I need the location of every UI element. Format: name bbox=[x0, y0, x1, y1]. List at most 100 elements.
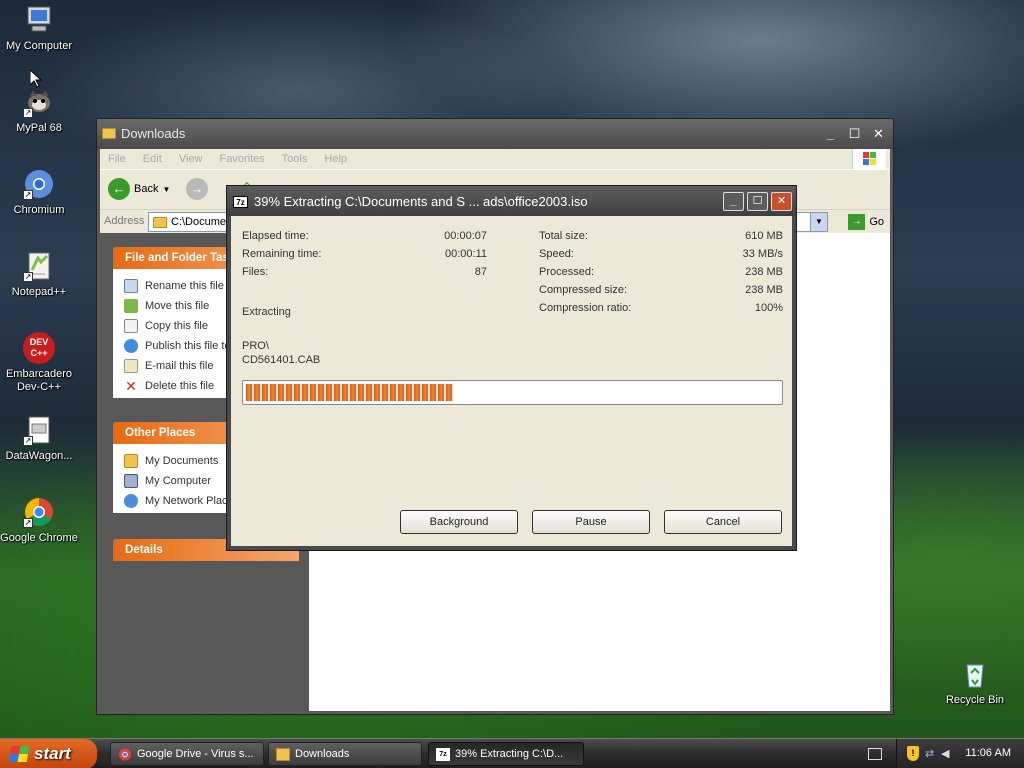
network-icon[interactable]: ⇄ bbox=[925, 747, 934, 760]
windows-logo-icon bbox=[8, 746, 30, 762]
explorer-titlebar[interactable]: Downloads _ ☐ ✕ bbox=[97, 119, 893, 149]
maximize-button[interactable]: ☐ bbox=[844, 124, 865, 144]
back-button[interactable]: ← Back ▼ bbox=[108, 178, 170, 200]
folder-icon bbox=[102, 128, 116, 139]
folder-icon bbox=[153, 217, 167, 228]
close-button[interactable]: ✕ bbox=[868, 124, 889, 144]
stat-speed: Speed: 33 MB/s bbox=[539, 248, 783, 262]
dialog-minimize-button[interactable]: _ bbox=[723, 192, 744, 211]
desktop-icon-datawagon[interactable]: ↗ DataWagon... bbox=[0, 414, 78, 463]
clock[interactable]: 11:06 AM bbox=[965, 747, 1011, 759]
task-label: Move this file bbox=[145, 299, 210, 312]
taskbar-item-label: 39% Extracting C:\D... bbox=[455, 748, 564, 760]
stat-files: Files: 87 bbox=[242, 266, 487, 280]
desktop-icon-mypal[interactable]: ↗ MyPal 68 bbox=[0, 86, 78, 135]
menu-favorites[interactable]: Favorites bbox=[220, 153, 265, 165]
desktop-icon-chromium[interactable]: ↗ Chromium bbox=[0, 168, 78, 217]
extract-progress-dialog[interactable]: 7z 39% Extracting C:\Documents and S ...… bbox=[226, 185, 797, 551]
dialog-client: Elapsed time: 00:00:07 Remaining time: 0… bbox=[231, 216, 792, 546]
dialog-close-button[interactable]: ✕ bbox=[771, 192, 792, 211]
progress-fill bbox=[246, 384, 454, 401]
window-title: Downloads bbox=[121, 126, 186, 141]
menu-file[interactable]: File bbox=[108, 153, 126, 165]
taskbar-item-downloads[interactable]: Downloads bbox=[268, 742, 422, 766]
stat-value: 33 MB/s bbox=[742, 248, 783, 260]
desktop-icon-label: Google Chrome bbox=[0, 532, 78, 544]
move-icon bbox=[124, 298, 138, 313]
task-label: Copy this file bbox=[145, 319, 208, 332]
stat-total-size: Total size: 610 MB bbox=[539, 230, 783, 244]
stat-label: Compression ratio: bbox=[539, 302, 632, 314]
task-label: E-mail this file bbox=[145, 359, 214, 372]
address-label: Address bbox=[104, 215, 145, 227]
my-documents-icon bbox=[124, 453, 138, 468]
go-arrow-icon: → bbox=[848, 214, 866, 230]
shortcut-arrow-icon: ↗ bbox=[23, 108, 33, 118]
taskbar-item-extracting[interactable]: 7z 39% Extracting C:\D... bbox=[428, 742, 584, 766]
system-tray: ! ⇄ ◀ 11:06 AM bbox=[896, 739, 1024, 768]
windows-logo-icon bbox=[852, 149, 886, 169]
back-arrow-icon: ← bbox=[108, 178, 130, 200]
stat-value: 238 MB bbox=[745, 266, 783, 278]
stat-value: 238 MB bbox=[745, 284, 783, 296]
address-dropdown-icon[interactable]: ▼ bbox=[810, 213, 827, 231]
pause-button[interactable]: Pause bbox=[532, 510, 650, 534]
shortcut-arrow-icon: ↗ bbox=[23, 190, 33, 200]
stat-compression-ratio: Compression ratio: 100% bbox=[539, 302, 783, 316]
dev-cpp-icon: DEV C++ bbox=[23, 332, 55, 364]
minimize-button[interactable]: _ bbox=[820, 124, 841, 144]
menu-tools[interactable]: Tools bbox=[282, 153, 308, 165]
desktop-icon-recycle-bin[interactable]: Recycle Bin bbox=[936, 658, 1014, 707]
globe-icon bbox=[124, 338, 138, 353]
desktop-icon-my-computer[interactable]: My Computer bbox=[0, 4, 78, 53]
desktop-icon-dev-cpp[interactable]: DEV C++ Embarcadero Dev-C++ bbox=[0, 332, 78, 394]
taskbar-item-google-drive[interactable]: Google Drive - Virus s... bbox=[110, 742, 264, 766]
status-label: Extracting bbox=[242, 306, 291, 318]
sevenzip-icon: 7z bbox=[233, 196, 248, 208]
chromium-icon: ↗ bbox=[23, 168, 55, 200]
stat-remaining-time: Remaining time: 00:00:11 bbox=[242, 248, 487, 262]
computer-icon bbox=[124, 473, 138, 488]
desktop-icon-label: Notepad++ bbox=[11, 286, 67, 298]
computer-icon bbox=[23, 4, 55, 36]
forward-button[interactable]: → bbox=[186, 178, 208, 200]
delete-icon: ✕ bbox=[125, 377, 137, 394]
task-label: Delete this file bbox=[145, 379, 215, 392]
sevenzip-icon: 7z bbox=[436, 748, 450, 761]
task-label: Rename this file bbox=[145, 279, 224, 292]
start-button[interactable]: start bbox=[0, 739, 97, 768]
menu-edit[interactable]: Edit bbox=[143, 153, 162, 165]
volume-icon[interactable]: ◀ bbox=[941, 747, 949, 760]
notepad-plus-plus-icon: ↗ bbox=[23, 250, 55, 282]
stat-label: Files: bbox=[242, 266, 269, 278]
keyboard-icon[interactable] bbox=[868, 748, 882, 760]
stat-value: 00:00:11 bbox=[444, 248, 487, 260]
stat-label: Compressed size: bbox=[539, 284, 628, 296]
desktop-icon-notepad-plus-plus[interactable]: ↗ Notepad++ bbox=[0, 250, 78, 299]
desktop-icon-label: Chromium bbox=[13, 204, 65, 216]
stat-processed: Processed: 238 MB bbox=[539, 266, 783, 280]
desktop-icon-label: Embarcadero Dev-C++ bbox=[5, 368, 73, 393]
mouse-pointer-icon bbox=[29, 68, 43, 91]
taskbar-item-label: Downloads bbox=[295, 748, 350, 760]
dev-cpp-badge: DEV C++ bbox=[23, 332, 55, 364]
back-label: Back bbox=[134, 183, 159, 195]
security-shield-icon[interactable]: ! bbox=[907, 746, 919, 761]
stat-elapsed-time: Elapsed time: 00:00:07 bbox=[242, 230, 487, 244]
menu-help[interactable]: Help bbox=[324, 153, 347, 165]
dialog-maximize-button[interactable]: ☐ bbox=[747, 192, 768, 211]
dialog-titlebar[interactable]: 7z 39% Extracting C:\Documents and S ...… bbox=[227, 186, 796, 216]
shortcut-arrow-icon: ↗ bbox=[23, 272, 33, 282]
desktop-icon-label: MyPal 68 bbox=[16, 122, 62, 134]
network-icon bbox=[124, 493, 138, 508]
taskbar: start Google Drive - Virus s... Download… bbox=[0, 738, 1024, 768]
go-button[interactable]: → Go bbox=[848, 214, 884, 230]
desktop-icon-label: My Computer bbox=[5, 40, 73, 52]
desktop-icon-google-chrome[interactable]: ↗ Google Chrome bbox=[0, 496, 78, 545]
cancel-button[interactable]: Cancel bbox=[664, 510, 782, 534]
forward-arrow-icon: → bbox=[186, 178, 208, 200]
menu-view[interactable]: View bbox=[179, 153, 203, 165]
desktop-icon-label: DataWagon... bbox=[5, 450, 73, 462]
folder-icon bbox=[276, 748, 290, 761]
background-button[interactable]: Background bbox=[400, 510, 518, 534]
